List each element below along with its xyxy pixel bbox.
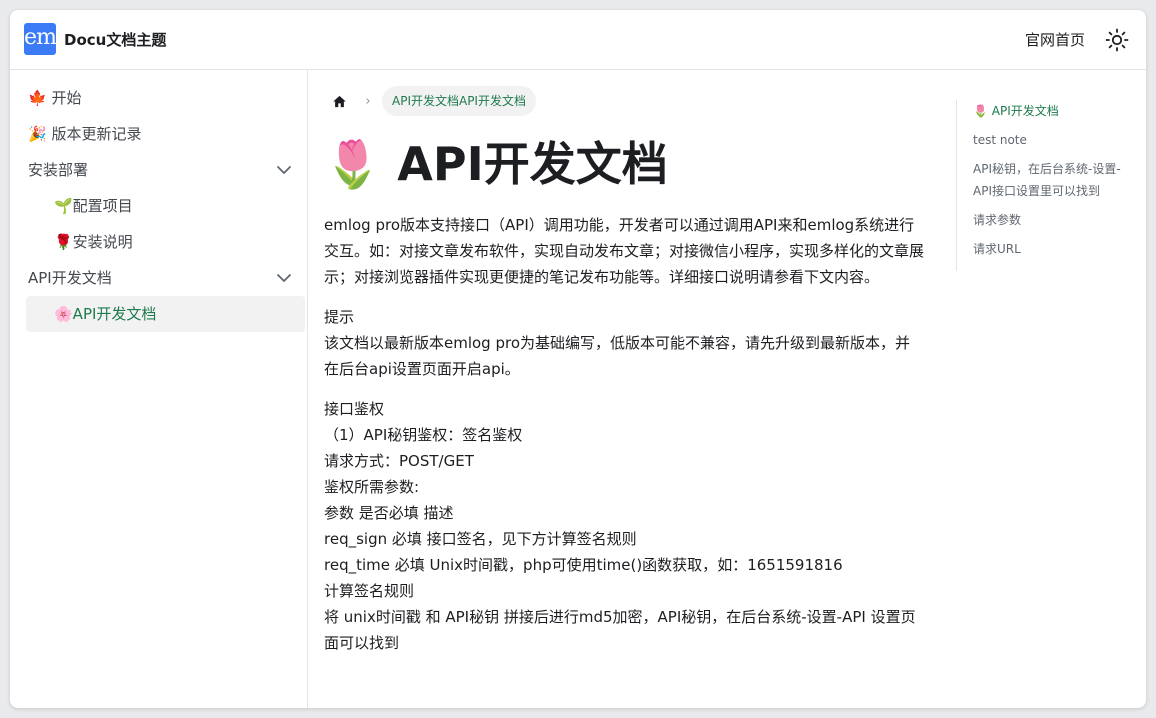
toc-item[interactable]: 请求URL [973, 238, 1136, 260]
toc-item[interactable]: test note [973, 129, 1136, 151]
intro-paragraph: emlog pro版本支持接口（API）调用功能，开发者可以通过调用API来和e… [324, 216, 925, 286]
content-line: 请求方式：POST/GET [324, 452, 474, 470]
sidebar-category-label: 安装部署 [28, 161, 89, 179]
doc-main: › API开发文档API开发文档 🌷 API开发文档 emlog pro版本支持… [308, 70, 956, 708]
note-block: 提示 该文档以最新版本emlog pro为基础编写，低版本可能不兼容，请先升级到… [324, 304, 924, 382]
content-line: （1）API秘钥鉴权：签名鉴权 [324, 426, 523, 444]
sidebar-item-install-guide[interactable]: 🌹安装说明 [26, 224, 305, 260]
toc-list: 🌷 API开发文档 test note API秘钥，在后台系统-设置-API接口… [956, 100, 1136, 271]
content-line: req_time 必填 Unix时间戳，php可使用time()函数获取，如：1… [324, 556, 843, 574]
toc-item[interactable]: 请求参数 [973, 209, 1136, 231]
breadcrumb: › API开发文档API开发文档 [324, 86, 536, 116]
content-line: req_sign 必填 接口签名，见下方计算签名规则 [324, 530, 637, 548]
sidebar-item-api-doc[interactable]: 🌸API开发文档 [26, 296, 305, 332]
doc-content: emlog pro版本支持接口（API）调用功能，开发者可以通过调用API来和e… [324, 212, 924, 670]
top-navbar: em Docu文档主题 官网首页 [10, 10, 1146, 70]
sidebar-item-config[interactable]: 🌱配置项目 [26, 188, 305, 224]
breadcrumb-current: API开发文档API开发文档 [382, 86, 536, 116]
sidebar-item-changelog[interactable]: 🎉 版本更新记录 [12, 116, 305, 152]
chevron-down-icon[interactable] [275, 269, 293, 287]
breadcrumb-separator: › [365, 93, 371, 109]
sidebar-item-start[interactable]: 🍁 开始 [12, 80, 305, 116]
toc-item[interactable]: API秘钥，在后台系统-设置-API接口设置里可以找到 [973, 158, 1136, 202]
home-icon[interactable] [324, 86, 354, 116]
page-title: 🌷 API开发文档 [324, 137, 668, 191]
content-line: 接口鉴权 [324, 400, 385, 418]
chevron-down-icon[interactable] [275, 161, 293, 179]
site-logo[interactable]: em [24, 23, 57, 55]
sidebar-category-install[interactable]: 安装部署 [12, 152, 305, 188]
note-title: 提示 [324, 308, 355, 326]
sidebar: 🍁 开始 🎉 版本更新记录 安装部署 🌱配置项目 🌹安装说明 API开发文档 🌸… [10, 70, 308, 708]
sidebar-category-api[interactable]: API开发文档 [12, 260, 305, 296]
note-text: 该文档以最新版本emlog pro为基础编写，低版本可能不兼容，请先升级到最新版… [324, 334, 911, 378]
sidebar-category-label: API开发文档 [28, 269, 112, 287]
nav-link-official-home[interactable]: 官网首页 [1025, 29, 1085, 50]
toc-item[interactable]: 🌷 API开发文档 [973, 100, 1136, 122]
sun-icon[interactable] [1105, 28, 1129, 52]
site-title[interactable]: Docu文档主题 [64, 29, 166, 50]
table-of-contents: 🌷 API开发文档 test note API秘钥，在后台系统-设置-API接口… [956, 70, 1146, 708]
content-line: 计算签名规则 [324, 582, 415, 600]
content-line: 鉴权所需参数: [324, 478, 420, 496]
content-line: 参数 是否必填 描述 [324, 504, 454, 522]
content-line: 将 unix时间戳 和 API秘钥 拼接后进行md5加密，API秘钥，在后台系统… [324, 608, 916, 652]
app-window: em Docu文档主题 官网首页 🍁 开始 🎉 版本更新记录 安装部署 🌱配置项… [10, 10, 1146, 708]
auth-section: 接口鉴权 （1）API秘钥鉴权：签名鉴权 请求方式：POST/GET 鉴权所需参… [324, 396, 924, 656]
